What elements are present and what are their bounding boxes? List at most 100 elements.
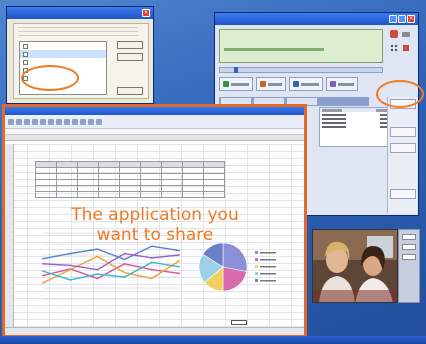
speaker-icon[interactable] <box>401 43 411 53</box>
tab-history[interactable] <box>256 77 286 91</box>
data-point <box>150 257 153 259</box>
video-button[interactable] <box>402 254 416 260</box>
chart-legend-box <box>231 320 247 325</box>
legend-entry <box>260 259 276 261</box>
data-point <box>178 254 180 256</box>
sharing-dialog: × <box>6 6 154 104</box>
side-button[interactable] <box>390 189 416 199</box>
open-icon[interactable] <box>16 118 22 125</box>
data-point <box>150 268 153 271</box>
people-icon <box>223 81 229 87</box>
chat-icon <box>330 81 336 87</box>
legend-entry <box>260 266 276 268</box>
window-icon <box>23 43 28 49</box>
signal-meter <box>224 48 324 51</box>
save-icon[interactable] <box>24 118 30 125</box>
data-point <box>42 270 44 273</box>
share-caption: The application you want to share <box>0 205 310 245</box>
data-point <box>178 249 180 252</box>
data-point <box>150 245 153 248</box>
data-point <box>69 268 72 271</box>
currency-icon[interactable] <box>96 118 102 125</box>
data-point <box>178 259 180 262</box>
close-icon[interactable]: × <box>407 15 415 23</box>
sharing-dialog-titlebar[interactable]: × <box>7 7 153 19</box>
legend-entry <box>260 273 276 275</box>
paste-icon[interactable] <box>56 118 62 125</box>
italic-icon[interactable] <box>80 118 86 125</box>
data-point <box>42 274 44 277</box>
pie-slice-1 <box>222 242 248 272</box>
legend-swatch <box>255 258 258 261</box>
series-line-5 <box>42 252 180 271</box>
minimize-icon[interactable] <box>389 15 397 23</box>
data-point <box>123 271 126 274</box>
hangup-icon[interactable] <box>401 29 411 39</box>
data-point <box>96 277 99 280</box>
maximize-icon[interactable] <box>398 15 406 23</box>
excel-titlebar[interactable] <box>5 107 304 115</box>
copy-icon[interactable] <box>48 118 54 125</box>
conference-titlebar[interactable]: × <box>215 13 418 25</box>
legend-swatch <box>255 279 258 282</box>
data-point <box>96 273 99 275</box>
data-point <box>42 281 44 284</box>
share-button[interactable] <box>117 41 143 49</box>
slider-thumb[interactable] <box>234 67 238 73</box>
video-button[interactable] <box>402 234 416 240</box>
taskbar <box>0 336 426 344</box>
data-point <box>69 252 72 255</box>
pie-slice-2 <box>222 266 247 292</box>
close-button[interactable] <box>117 87 143 95</box>
video-button[interactable] <box>402 244 416 250</box>
tab-conference[interactable] <box>289 77 323 91</box>
unshare-button[interactable] <box>117 53 143 61</box>
video-controls <box>398 229 420 303</box>
new-icon[interactable] <box>8 118 14 125</box>
data-table <box>35 161 225 198</box>
print-icon[interactable] <box>32 118 38 125</box>
side-button[interactable] <box>390 143 416 153</box>
list-item[interactable] <box>20 50 106 58</box>
clock-icon <box>260 81 266 87</box>
close-icon[interactable]: × <box>142 9 150 17</box>
conference-side-panel <box>387 97 417 213</box>
video-feed <box>312 229 398 303</box>
data-point <box>123 252 126 255</box>
excel-toolbar <box>5 115 304 129</box>
chart-icon[interactable] <box>64 118 70 125</box>
legend-swatch <box>255 272 258 275</box>
data-point <box>96 255 99 258</box>
side-button[interactable] <box>390 127 416 137</box>
window-icon <box>23 51 28 57</box>
phone-tools <box>387 29 415 63</box>
tab-label <box>338 82 354 86</box>
data-point <box>150 277 153 280</box>
tab-contacts[interactable] <box>219 77 253 91</box>
cut-icon[interactable] <box>40 118 46 125</box>
list-item[interactable] <box>20 42 106 50</box>
data-point <box>123 258 126 261</box>
align-icon[interactable] <box>88 118 94 125</box>
legend-swatch <box>255 265 258 268</box>
list-item[interactable] <box>20 58 106 66</box>
data-point <box>42 257 44 260</box>
caption-line-2: want to share <box>96 225 214 245</box>
legend-swatch <box>255 251 258 254</box>
dialpad-icon[interactable] <box>389 43 399 53</box>
tab-label <box>231 82 249 86</box>
data-point <box>69 264 72 267</box>
data-point <box>150 261 153 264</box>
tab-messages[interactable] <box>326 77 358 91</box>
data-point <box>42 262 44 265</box>
window-icon <box>23 59 28 65</box>
caption-line-1: The application you <box>71 205 239 225</box>
video-image <box>313 230 397 302</box>
volume-slider[interactable] <box>219 67 383 73</box>
data-point <box>96 268 99 271</box>
phone-icon[interactable] <box>389 29 399 39</box>
data-point <box>123 262 126 265</box>
data-point <box>123 276 126 278</box>
bold-icon[interactable] <box>72 118 78 125</box>
table-row <box>35 191 225 198</box>
